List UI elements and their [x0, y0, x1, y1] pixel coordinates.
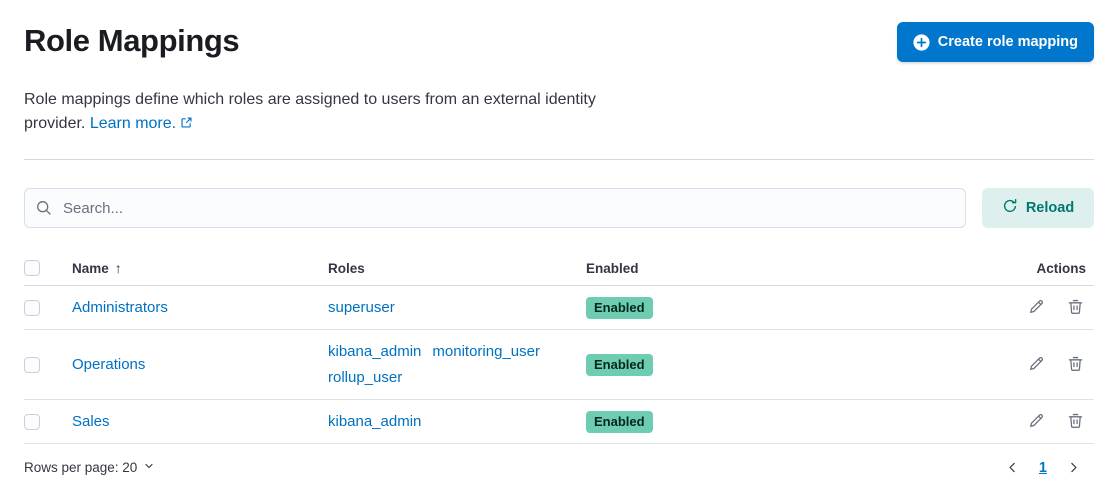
search-field-wrapper: [24, 188, 966, 228]
chevron-right-icon[interactable]: [1063, 457, 1084, 478]
role-mapping-name-link[interactable]: Sales: [72, 413, 110, 430]
role-link[interactable]: rollup_user: [328, 366, 402, 389]
enabled-header-label: Enabled: [586, 261, 639, 276]
chevron-down-icon: [143, 460, 155, 475]
reload-button[interactable]: Reload: [982, 188, 1094, 228]
pagination-page-1[interactable]: 1: [1035, 458, 1051, 478]
rows-per-page-button[interactable]: Rows per page: 20: [24, 460, 155, 475]
row-checkbox[interactable]: [24, 300, 40, 316]
create-role-mapping-button[interactable]: Create role mapping: [897, 22, 1094, 62]
role-mapping-name-link[interactable]: Administrators: [72, 299, 168, 316]
roles-header-label: Roles: [328, 261, 365, 276]
edit-pencil-icon[interactable]: [1026, 296, 1047, 317]
name-header-label: Name: [72, 261, 109, 276]
delete-trash-icon[interactable]: [1065, 410, 1086, 431]
learn-more-label: Learn more.: [90, 115, 176, 132]
reload-button-label: Reload: [1026, 200, 1074, 216]
page-description: Role mappings define which roles are ass…: [24, 88, 649, 137]
column-header-actions: Actions: [1004, 254, 1094, 286]
pagination: 1: [1002, 457, 1084, 478]
table-row: Sales kibana_admin Enabled: [24, 400, 1094, 444]
role-link[interactable]: superuser: [328, 296, 395, 319]
role-mapping-name-link[interactable]: Operations: [72, 356, 145, 373]
page-title: Role Mappings: [24, 22, 239, 60]
role-link[interactable]: monitoring_user: [432, 340, 540, 363]
plus-in-circle-icon: [913, 34, 930, 51]
section-divider: [24, 159, 1094, 160]
role-mappings-table: Name ↑ Roles Enabled Actions Administrato…: [24, 254, 1094, 444]
select-all-checkbox[interactable]: [24, 260, 40, 276]
row-checkbox[interactable]: [24, 357, 40, 373]
edit-pencil-icon[interactable]: [1026, 410, 1047, 431]
role-link[interactable]: kibana_admin: [328, 410, 421, 433]
enabled-status-badge: Enabled: [586, 411, 653, 433]
column-header-name[interactable]: Name ↑: [64, 254, 320, 286]
search-input[interactable]: [24, 188, 966, 228]
role-mappings-page: Role Mappings Create role mapping Role m…: [0, 0, 1118, 478]
column-header-roles: Roles: [320, 254, 578, 286]
rows-per-page-label: Rows per page: 20: [24, 460, 137, 475]
refresh-icon: [1002, 198, 1018, 218]
delete-trash-icon[interactable]: [1065, 353, 1086, 374]
enabled-status-badge: Enabled: [586, 354, 653, 376]
create-button-label: Create role mapping: [938, 34, 1078, 50]
column-header-enabled: Enabled: [578, 254, 1004, 286]
learn-more-link[interactable]: Learn more.: [90, 115, 193, 132]
enabled-status-badge: Enabled: [586, 297, 653, 319]
search-icon: [36, 200, 52, 221]
table-footer: Rows per page: 20 1: [24, 457, 1094, 478]
role-link[interactable]: kibana_admin: [328, 340, 421, 363]
sort-ascending-icon: ↑: [115, 260, 122, 276]
table-toolbar: Reload: [24, 188, 1094, 228]
page-header: Role Mappings Create role mapping: [24, 0, 1094, 62]
table-row: Administrators superuser Enabled: [24, 286, 1094, 330]
table-row: Operations kibana_admin monitoring_user …: [24, 330, 1094, 400]
row-checkbox[interactable]: [24, 414, 40, 430]
edit-pencil-icon[interactable]: [1026, 353, 1047, 374]
table-header-row: Name ↑ Roles Enabled Actions: [24, 254, 1094, 286]
external-link-icon: [180, 113, 193, 137]
chevron-left-icon[interactable]: [1002, 457, 1023, 478]
actions-header-label: Actions: [1036, 261, 1086, 276]
delete-trash-icon[interactable]: [1065, 296, 1086, 317]
